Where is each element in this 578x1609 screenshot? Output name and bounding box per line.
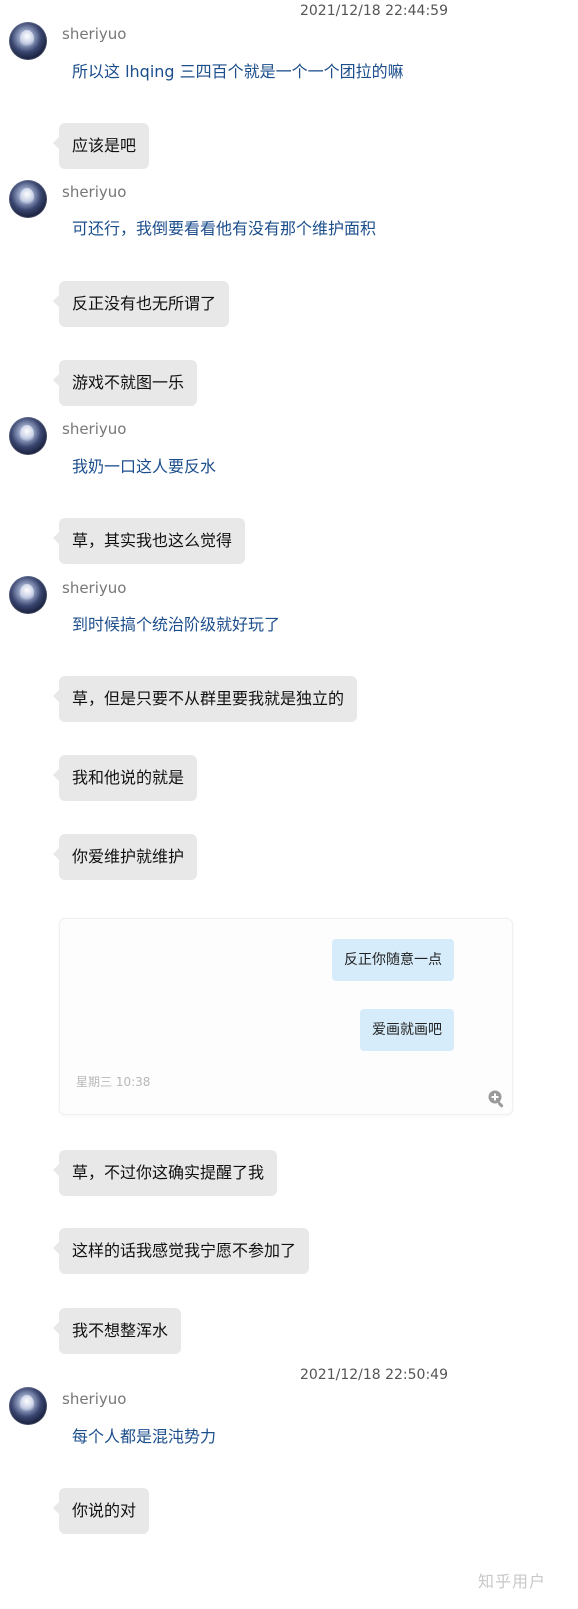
- outgoing-message-bubble: 你说的对: [52, 1488, 150, 1534]
- outgoing-message-bubble: 草，其实我也这么觉得: [52, 518, 246, 564]
- avatar[interactable]: [9, 576, 47, 614]
- outgoing-message-bubble: 我不想整浑水: [52, 1308, 182, 1354]
- outgoing-message-bubble: 草，不过你这确实提醒了我: [52, 1150, 278, 1196]
- outgoing-message-bubble: 游戏不就图一乐: [52, 360, 198, 406]
- embedded-message-bubble: 爱画就画吧: [360, 1009, 454, 1051]
- outgoing-message-bubble: 这样的话我感觉我宁愿不参加了: [52, 1228, 310, 1274]
- avatar[interactable]: [9, 417, 47, 455]
- embedded-message-bubble: 反正你随意一点: [332, 939, 454, 981]
- outgoing-message-bubble: 你爱维护就维护: [52, 834, 198, 880]
- incoming-message: 每个人都是混沌势力: [72, 1427, 217, 1446]
- incoming-message: 所以这 lhqing 三四百个就是一个一个团拉的嘛: [72, 62, 404, 81]
- incoming-message: 到时候搞个统治阶级就好玩了: [72, 615, 281, 634]
- avatar[interactable]: [9, 1387, 47, 1425]
- embedded-timestamp: 星期三 10:38: [76, 1075, 151, 1089]
- outgoing-message-bubble: 草，但是只要不从群里要我就是独立的: [52, 676, 358, 722]
- username: sheriyuo: [62, 1390, 127, 1408]
- username: sheriyuo: [62, 25, 127, 43]
- avatar[interactable]: [9, 22, 47, 60]
- incoming-message: 可还行，我倒要看看他有没有那个维护面积: [72, 219, 377, 238]
- username: sheriyuo: [62, 420, 127, 438]
- embedded-screenshot-image[interactable]: 反正你随意一点 爱画就画吧 星期三 10:38: [59, 918, 513, 1115]
- username: sheriyuo: [62, 183, 127, 201]
- incoming-message: 我奶一口这人要反水: [72, 457, 217, 476]
- outgoing-message-bubble: 应该是吧: [52, 123, 150, 169]
- watermark: 知乎用户: [478, 1572, 547, 1591]
- zoom-in-icon[interactable]: [487, 1089, 507, 1109]
- username: sheriyuo: [62, 579, 127, 597]
- avatar[interactable]: [9, 180, 47, 218]
- outgoing-message-bubble: 反正没有也无所谓了: [52, 281, 230, 327]
- timestamp: 2021/12/18 22:44:59: [299, 3, 448, 19]
- outgoing-message-bubble: 我和他说的就是: [52, 755, 198, 801]
- timestamp: 2021/12/18 22:50:49: [299, 1367, 448, 1383]
